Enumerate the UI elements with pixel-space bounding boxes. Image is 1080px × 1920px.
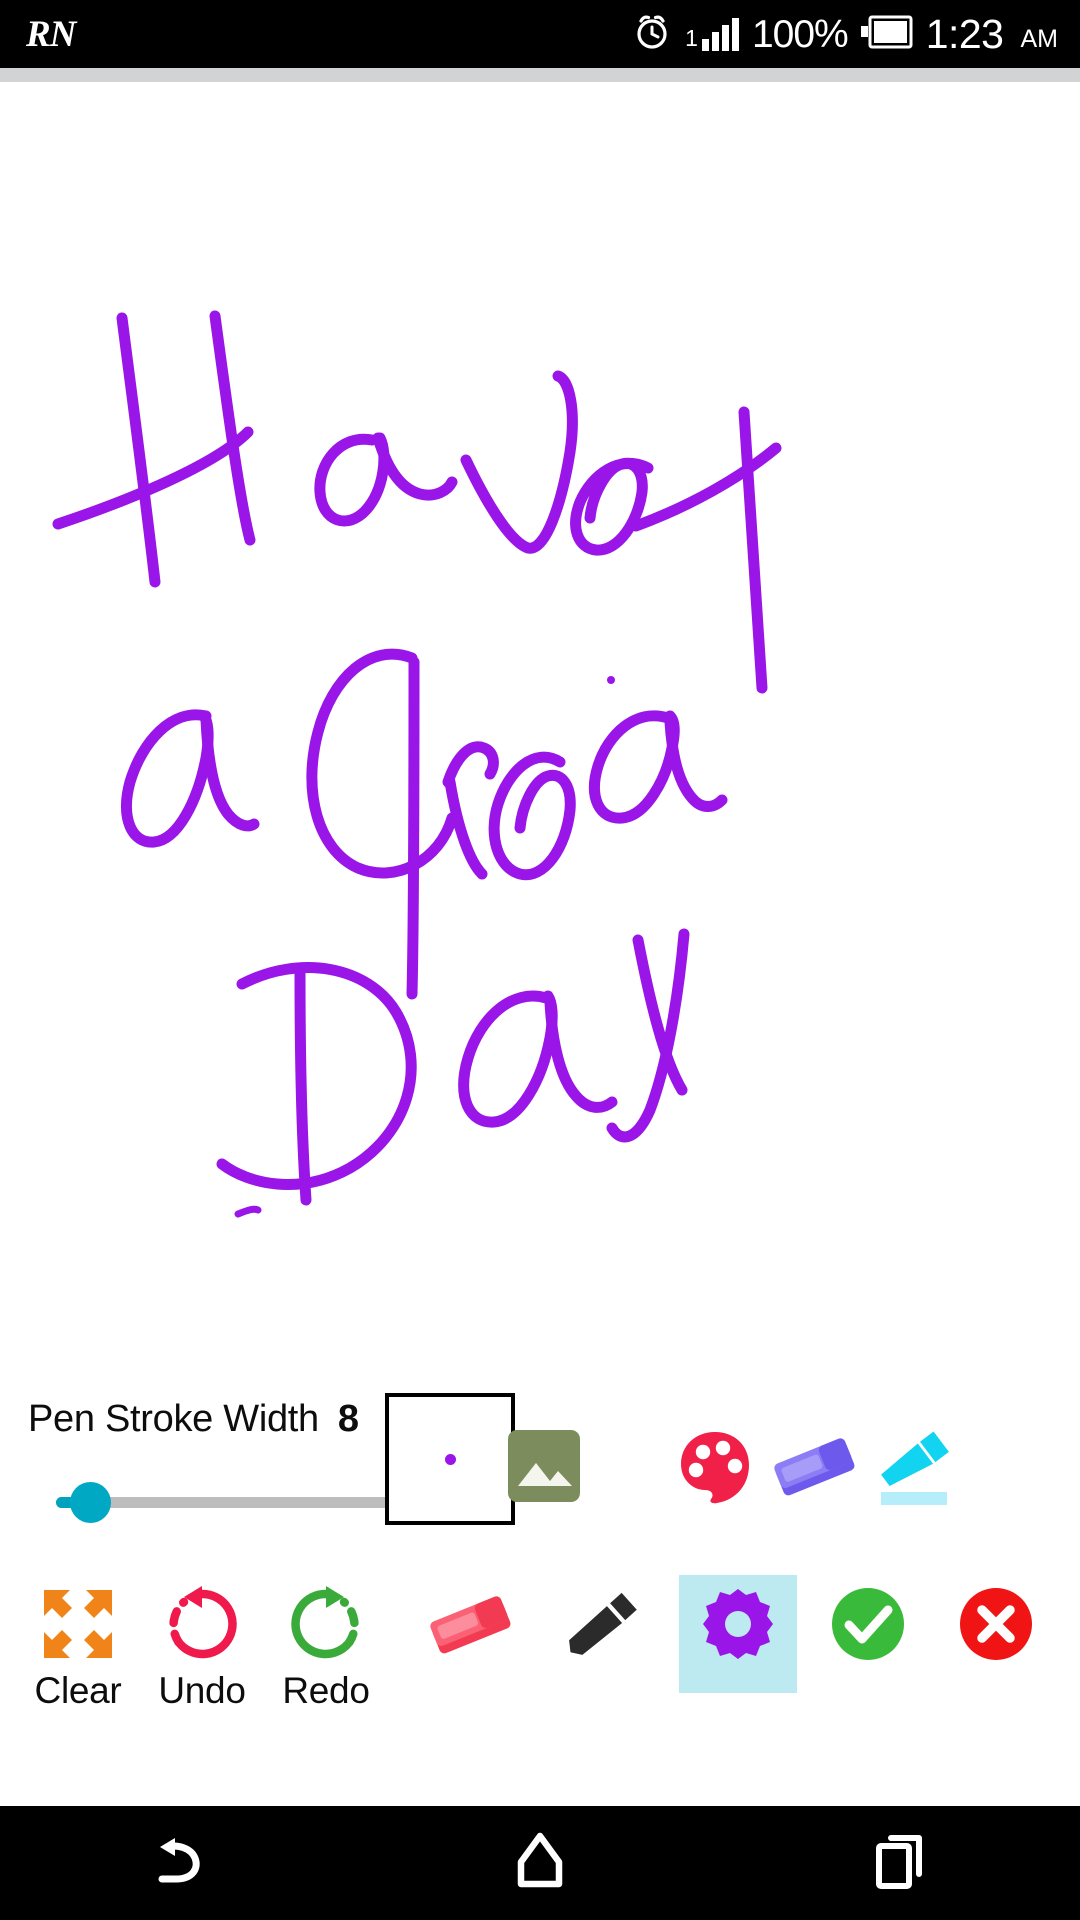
clear-label: Clear (34, 1670, 122, 1711)
stroke-width-value: 8 (337, 1398, 360, 1440)
accept-button[interactable] (808, 1570, 928, 1668)
undo-button[interactable]: Undo (142, 1570, 262, 1712)
slider-thumb[interactable] (70, 1482, 111, 1523)
nav-recents-button[interactable] (720, 1806, 1080, 1920)
top-divider (0, 68, 1080, 82)
home-icon (511, 1830, 569, 1897)
clock-time: 1:23 (925, 10, 1004, 57)
expand-arrows-icon (38, 1580, 118, 1668)
signal-prefix: 1 (685, 25, 698, 51)
eraser-red-icon (420, 1580, 520, 1668)
cancel-button[interactable] (936, 1570, 1056, 1668)
eraser-purple-button[interactable] (764, 1403, 863, 1533)
undo-label: Undo (158, 1670, 246, 1711)
redo-button[interactable]: Redo (266, 1570, 386, 1712)
nav-home-button[interactable] (360, 1806, 720, 1920)
status-bar: RN 1 100% 1:23 AM (0, 0, 1080, 68)
action-toolbar: Clear Undo Redo (0, 1570, 1080, 1770)
nav-back-button[interactable] (0, 1806, 360, 1920)
handwriting-ink (52, 310, 782, 1218)
settings-button[interactable] (678, 1570, 798, 1693)
pencil-button[interactable] (544, 1570, 664, 1668)
highlighter-icon (867, 1423, 959, 1514)
image-button[interactable] (494, 1403, 593, 1533)
pen-settings-panel: Pen Stroke Width 8 (0, 1378, 1080, 1568)
drawing-canvas[interactable] (0, 82, 1080, 1378)
stroke-width-label-row: Pen Stroke Width 8 (28, 1398, 359, 1441)
pen-stroke-width-slider[interactable] (56, 1482, 416, 1523)
clock-ampm: AM (1020, 24, 1059, 53)
check-circle-icon (829, 1580, 907, 1668)
status-bar-left: RN (0, 13, 76, 55)
stroke-width-label: Pen Stroke Width (28, 1398, 319, 1440)
clear-button[interactable]: Clear (18, 1570, 138, 1712)
alarm-clock-icon (632, 12, 672, 57)
status-bar-right: 1 100% 1:23 AM (632, 12, 1080, 57)
battery-full-icon (860, 15, 913, 54)
close-circle-icon (957, 1580, 1035, 1668)
eraser-button[interactable] (410, 1570, 530, 1668)
gear-icon (701, 1580, 775, 1668)
highlighter-button[interactable] (863, 1403, 962, 1533)
image-icon (506, 1428, 582, 1509)
brand-logo: RN (26, 13, 76, 55)
back-arrow-icon (149, 1830, 211, 1897)
battery-percent-label: 100% (751, 12, 849, 56)
stroke-width-block: Pen Stroke Width 8 (0, 1378, 450, 1568)
undo-arrow-icon (162, 1580, 242, 1668)
stroke-preview-dot (445, 1454, 456, 1465)
phone-screen: RN 1 100% 1:23 AM Pen Stroke Width 8 Cle… (0, 0, 1080, 1920)
eraser-purple-icon (766, 1430, 862, 1507)
android-nav-bar (0, 1806, 1080, 1920)
color-palette-icon (676, 1427, 754, 1510)
color-palette-button[interactable] (665, 1403, 764, 1533)
redo-arrow-icon (286, 1580, 366, 1668)
pencil-icon (564, 1580, 644, 1668)
tool-strip (470, 1388, 1080, 1548)
recent-apps-icon (871, 1830, 929, 1897)
signal-bars-icon: 1 (685, 17, 739, 51)
redo-label: Redo (282, 1670, 370, 1711)
